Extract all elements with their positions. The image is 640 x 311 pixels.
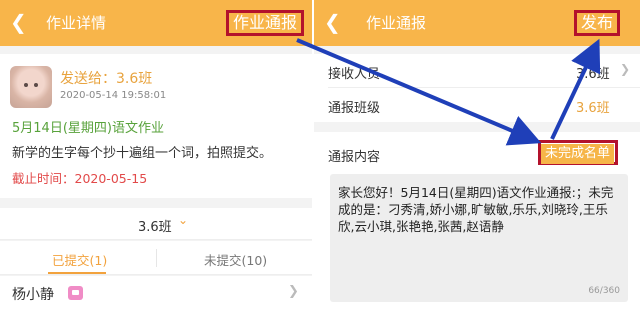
homework-report-button[interactable]: 作业通报 <box>226 10 305 36</box>
homework-report-screen: ❮ 作业通报 发布 接收人员 3.6班 ❯ 通报班级 3.6班 通报内容 未完成… <box>314 0 640 311</box>
chevron-right-icon: ❯ <box>620 62 631 76</box>
incomplete-list-button[interactable]: 未完成名单 <box>541 144 615 164</box>
page-title: 作业详情 <box>46 14 107 32</box>
chevron-right-icon: ❯ <box>288 284 299 299</box>
chevron-left-icon[interactable]: ❮ <box>324 11 341 33</box>
report-content-text: 家长您好！5月14日(星期四)语文作业通报:；未完成的是：刁秀清,娇小娜,旷敏敏… <box>338 185 614 234</box>
header-bar: ❮ 作业详情 作业通报 <box>0 0 312 46</box>
tab-submitted[interactable]: 已提交(1) <box>52 250 107 269</box>
send-to-label: 发送给：3.6班 <box>60 71 153 87</box>
tab-not-submitted[interactable]: 未提交(10) <box>204 250 267 269</box>
avatar <box>10 66 52 108</box>
report-class-value: 3.6班 <box>576 101 610 116</box>
report-class-label: 通报班级 <box>328 101 381 116</box>
homework-card: 发送给：3.6班 2020-05-14 19:58:01 5月14日(星期四)语… <box>0 54 312 198</box>
chevron-left-icon[interactable]: ❮ <box>10 11 27 33</box>
active-tab-indicator <box>48 272 106 274</box>
header-bar: ❮ 作业通报 发布 <box>314 0 640 46</box>
send-time: 2020-05-14 19:58:01 <box>60 90 167 101</box>
page-title: 作业通报 <box>366 14 427 32</box>
content-label: 通报内容 <box>328 150 381 165</box>
report-content-textarea[interactable]: 家长您好！5月14日(星期四)语文作业通报:；未完成的是：刁秀清,娇小娜,旷敏敏… <box>330 174 628 302</box>
deadline-text: 截止时间：2020-05-15 <box>12 171 148 186</box>
row-divider <box>328 87 640 88</box>
recipient-section: 接收人员 3.6班 ❯ 通报班级 3.6班 <box>314 54 640 122</box>
homework-title: 5月14日(星期四)语文作业 <box>12 121 164 136</box>
image-badge-icon <box>68 286 83 300</box>
class-selector-label: 3.6班 <box>138 220 172 235</box>
receiver-value[interactable]: 3.6班 <box>576 63 610 82</box>
submission-tabs: 已提交(1) 未提交(10) <box>0 241 312 275</box>
student-name: 杨小静 <box>12 287 54 303</box>
homework-description: 新学的生字每个抄十遍组一个词，拍照提交。 <box>12 146 273 161</box>
class-selector[interactable]: 3.6班 ⌄ <box>0 208 312 240</box>
publish-button[interactable]: 发布 <box>574 10 621 36</box>
tab-divider <box>156 249 157 267</box>
list-item[interactable]: 杨小静 ❯ <box>0 276 312 311</box>
chevron-down-icon: ⌄ <box>178 213 189 227</box>
homework-detail-screen: ❮ 作业详情 作业通报 发送给：3.6班 2020-05-14 19:58:01… <box>0 0 312 311</box>
char-counter: 66/360 <box>588 286 620 296</box>
receiver-label: 接收人员 <box>328 67 381 82</box>
